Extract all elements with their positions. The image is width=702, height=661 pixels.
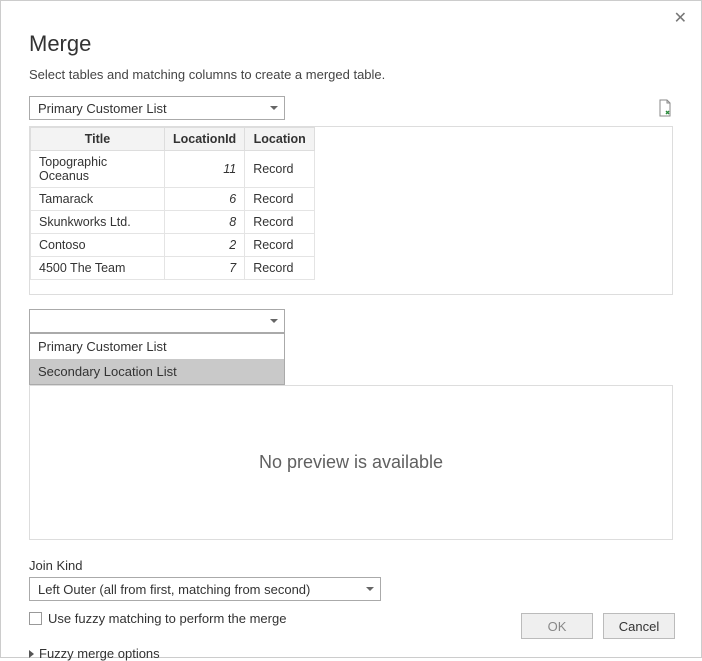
cell-location: Record: [245, 257, 315, 280]
fuzzy-options-expander[interactable]: Fuzzy merge options: [29, 646, 673, 661]
table-row[interactable]: Contoso 2 Record: [31, 234, 315, 257]
cell-title: Tamarack: [31, 188, 165, 211]
table-row[interactable]: Topographic Oceanus 11 Record: [31, 151, 315, 188]
fuzzy-matching-checkbox[interactable]: [29, 612, 42, 625]
column-header-locationid[interactable]: LocationId: [165, 128, 245, 151]
ok-button[interactable]: OK: [521, 613, 593, 639]
cell-locationid: 11: [165, 151, 245, 188]
primary-table-select[interactable]: Primary Customer List: [29, 96, 285, 120]
cell-title: Skunkworks Ltd.: [31, 211, 165, 234]
join-kind-label: Join Kind: [29, 558, 673, 573]
cell-locationid: 2: [165, 234, 245, 257]
dialog-subtitle: Select tables and matching columns to cr…: [29, 67, 673, 82]
dialog-title: Merge: [29, 31, 673, 57]
cancel-button[interactable]: Cancel: [603, 613, 675, 639]
primary-data-table: Title LocationId Location Topographic Oc…: [30, 127, 315, 280]
cell-locationid: 7: [165, 257, 245, 280]
primary-table-select-value: Primary Customer List: [38, 101, 270, 116]
close-icon[interactable]: ✕: [674, 11, 687, 27]
cell-title: Topographic Oceanus: [31, 151, 165, 188]
cell-locationid: 6: [165, 188, 245, 211]
cell-locationid: 8: [165, 211, 245, 234]
merge-dialog: ✕ Merge Select tables and matching colum…: [0, 0, 702, 658]
table-row[interactable]: 4500 The Team 7 Record: [31, 257, 315, 280]
no-preview-message: No preview is available: [259, 452, 443, 473]
secondary-table-select[interactable]: Primary Customer List Secondary Location…: [29, 309, 285, 333]
cell-title: Contoso: [31, 234, 165, 257]
join-kind-value: Left Outer (all from first, matching fro…: [38, 582, 310, 597]
chevron-down-icon: [366, 587, 374, 591]
chevron-right-icon: [29, 650, 34, 658]
cell-location: Record: [245, 211, 315, 234]
table-options-icon[interactable]: [657, 99, 673, 117]
dropdown-option[interactable]: Secondary Location List: [30, 359, 284, 384]
table-row[interactable]: Tamarack 6 Record: [31, 188, 315, 211]
dropdown-option[interactable]: Primary Customer List: [30, 334, 284, 359]
join-kind-select[interactable]: Left Outer (all from first, matching fro…: [29, 577, 381, 601]
fuzzy-options-label: Fuzzy merge options: [39, 646, 160, 661]
cell-title: 4500 The Team: [31, 257, 165, 280]
primary-table-preview: Title LocationId Location Topographic Oc…: [29, 126, 673, 295]
cell-location: Record: [245, 151, 315, 188]
table-row[interactable]: Skunkworks Ltd. 8 Record: [31, 211, 315, 234]
cell-location: Record: [245, 188, 315, 211]
fuzzy-matching-label: Use fuzzy matching to perform the merge: [48, 611, 286, 626]
secondary-table-preview: No preview is available: [29, 385, 673, 540]
secondary-table-dropdown: Primary Customer List Secondary Location…: [29, 333, 285, 385]
column-header-location[interactable]: Location: [245, 128, 315, 151]
chevron-down-icon: [270, 319, 278, 323]
column-header-title[interactable]: Title: [31, 128, 165, 151]
chevron-down-icon: [270, 106, 278, 110]
cell-location: Record: [245, 234, 315, 257]
